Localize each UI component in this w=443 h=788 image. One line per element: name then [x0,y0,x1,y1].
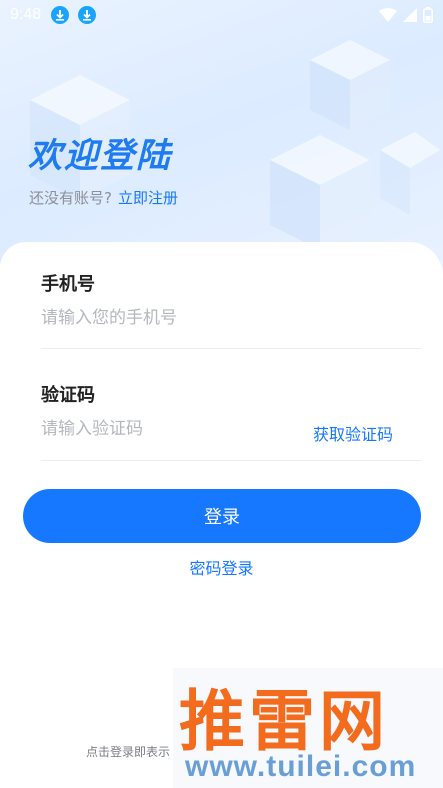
signal-icon [403,8,417,22]
verification-code-input[interactable] [41,419,291,439]
password-login-link[interactable]: 密码登录 [0,555,443,579]
login-button[interactable]: 登录 [23,489,421,543]
get-code-button[interactable]: 获取验证码 [313,421,393,445]
watermark: 推雷网 www.tuilei.com [173,668,443,788]
download-icon [78,6,97,24]
download-icon [51,6,70,24]
welcome-title: 欢迎登陆 [28,136,172,176]
wifi-icon [379,8,397,22]
divider [41,348,421,349]
register-prompt: 还没有账号? 立即注册 [29,187,178,208]
watermark-url: www.tuilei.com [185,750,417,783]
status-bar: 9:48 [0,0,443,30]
phone-label: 手机号 [41,274,95,295]
phone-input[interactable] [41,308,301,328]
divider [41,460,421,461]
status-time: 9:48 [10,6,42,23]
register-link[interactable]: 立即注册 [118,189,178,207]
battery-icon [423,7,433,23]
agreement-text: 点击登录即表示 [86,745,171,759]
code-label: 验证码 [41,385,95,406]
no-account-text: 还没有账号? [29,189,112,207]
